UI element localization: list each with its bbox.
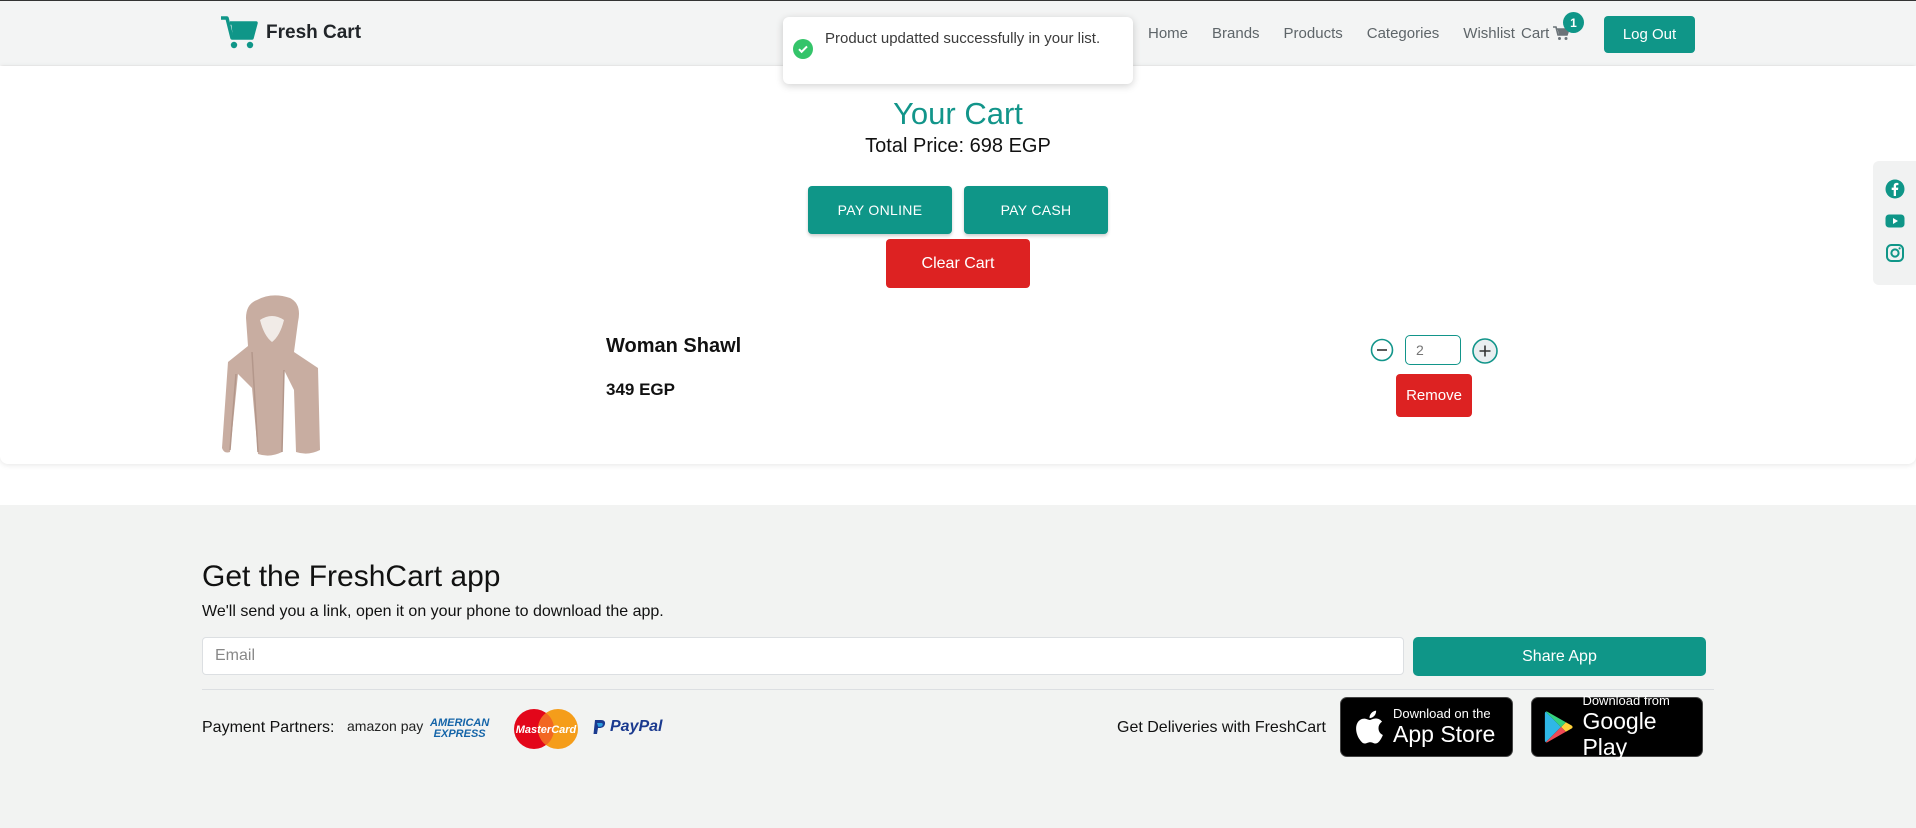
- nav-link-brands[interactable]: Brands: [1212, 25, 1260, 42]
- footer-divider: [202, 689, 1714, 690]
- mastercard-logo: MasterCard: [514, 709, 578, 749]
- amex-logo: AMERICAN EXPRESS: [430, 718, 489, 740]
- nav-link-cart[interactable]: Cart: [1521, 25, 1571, 42]
- nav-link-home[interactable]: Home: [1148, 25, 1188, 42]
- total-price: Total Price: 698 EGP: [865, 135, 1051, 157]
- app-store-small-text: Download on the: [1393, 706, 1491, 721]
- check-circle-icon: [793, 39, 813, 59]
- brand-logo[interactable]: Fresh Cart: [220, 15, 361, 51]
- logout-button[interactable]: Log Out: [1604, 16, 1695, 53]
- share-app-button[interactable]: Share App: [1413, 637, 1706, 676]
- minus-circle-icon[interactable]: [1370, 338, 1394, 362]
- payment-partners-label: Payment Partners:: [202, 719, 335, 736]
- google-play-icon: [1544, 711, 1573, 743]
- cart-count-badge: 1: [1563, 12, 1584, 33]
- paypal-text: PayPal: [610, 718, 663, 735]
- plus-circle-icon[interactable]: [1472, 338, 1498, 364]
- nav-link-wishlist[interactable]: Wishlist: [1463, 25, 1515, 42]
- social-sidebar: [1873, 161, 1916, 285]
- page-title: Your Cart: [893, 96, 1023, 131]
- clear-cart-button[interactable]: Clear Cart: [886, 239, 1030, 288]
- cart-icon: [220, 15, 258, 51]
- remove-button[interactable]: Remove: [1396, 374, 1472, 417]
- product-image: [222, 295, 320, 456]
- product-price: 349 EGP: [606, 380, 675, 399]
- amex-line2: EXPRESS: [433, 728, 486, 740]
- youtube-icon[interactable]: [1885, 211, 1905, 231]
- google-play-big-text: Google Play: [1582, 708, 1657, 760]
- success-toast[interactable]: Product updatted successfully in your li…: [783, 17, 1133, 84]
- instagram-icon[interactable]: [1885, 243, 1905, 263]
- mastercard-text: MasterCard: [516, 724, 577, 736]
- product-name: Woman Shawl: [606, 335, 742, 357]
- pay-cash-button[interactable]: PAY CASH: [964, 186, 1108, 234]
- nav-link-categories[interactable]: Categories: [1367, 25, 1440, 42]
- email-input[interactable]: [202, 637, 1404, 675]
- brand-name: Fresh Cart: [266, 22, 362, 43]
- google-play-button[interactable]: Download from Google Play: [1531, 693, 1703, 760]
- deliveries-label: Get Deliveries with FreshCart: [1117, 719, 1326, 736]
- pay-online-button[interactable]: PAY ONLINE: [808, 186, 952, 234]
- facebook-icon[interactable]: [1885, 179, 1905, 199]
- apple-icon: [1356, 710, 1383, 744]
- footer: Get the FreshCart app We'll send you a l…: [0, 505, 1916, 828]
- nav-link-products[interactable]: Products: [1284, 25, 1343, 42]
- paypal-icon: [593, 719, 606, 734]
- app-store-big-text: App Store: [1393, 721, 1496, 747]
- app-store-button[interactable]: Download on the App Store: [1340, 697, 1513, 757]
- nav-links: Home Brands Products Categories Wishlist: [1148, 25, 1539, 42]
- google-play-small-text: Download from: [1582, 693, 1670, 708]
- quantity-input[interactable]: [1405, 335, 1461, 365]
- cart-label: Cart: [1521, 25, 1550, 42]
- paypal-logo: PayPal: [592, 718, 662, 736]
- app-title: Get the FreshCart app: [202, 560, 501, 593]
- amazon-pay-logo: amazon pay: [347, 718, 424, 734]
- toast-message: Product updatted successfully in your li…: [825, 30, 1101, 47]
- app-description: We'll send you a link, open it on your p…: [202, 603, 664, 620]
